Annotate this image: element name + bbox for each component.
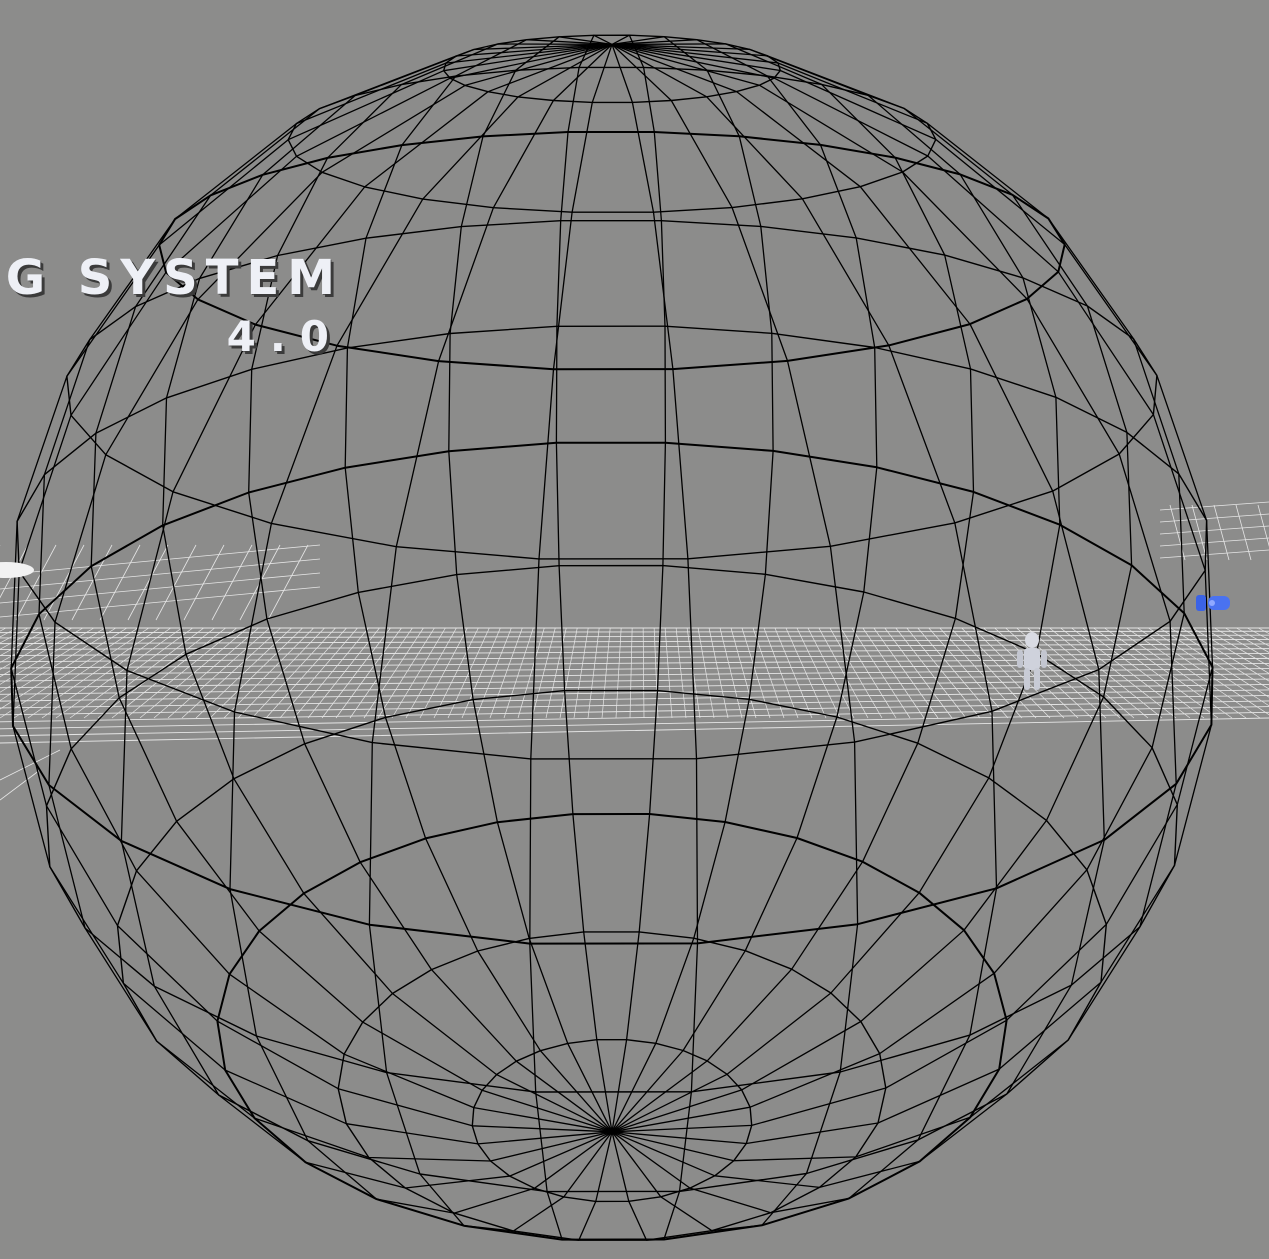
grid-line bbox=[0, 639, 1269, 645]
sphere-ring bbox=[116, 689, 1108, 1193]
grid-line bbox=[0, 572, 321, 604]
blue-actor-icon[interactable] bbox=[1196, 595, 1230, 611]
grid-line bbox=[1236, 627, 1269, 647]
grid-line bbox=[0, 634, 1269, 639]
title-line-1: NG SYSTEM bbox=[0, 250, 343, 306]
grid-line bbox=[862, 627, 925, 719]
title-line-2: 4.0 bbox=[226, 312, 343, 361]
grid-line bbox=[1159, 537, 1269, 547]
grid-line bbox=[1126, 627, 1261, 719]
sphere-meridian bbox=[611, 36, 774, 1133]
grid-line bbox=[293, 627, 369, 719]
grid-line bbox=[972, 627, 1065, 719]
grid-line bbox=[1247, 627, 1269, 641]
white-light-icon[interactable] bbox=[0, 562, 34, 578]
sphere-meridian bbox=[611, 43, 975, 1133]
sphere-meridian bbox=[555, 34, 613, 1132]
grid-line bbox=[237, 627, 325, 719]
sphere-meridian bbox=[344, 39, 613, 1133]
grid-line bbox=[0, 769, 41, 801]
grid-line bbox=[363, 627, 424, 719]
grid-line bbox=[1257, 504, 1269, 547]
grid-line bbox=[1225, 627, 1269, 653]
grid-line bbox=[0, 711, 1269, 737]
3d-viewport[interactable]: NG SYSTEM 4.0 bbox=[0, 0, 1269, 1259]
sphere-meridian bbox=[90, 43, 613, 1133]
grid-line bbox=[0, 717, 1269, 744]
grid-line bbox=[1181, 627, 1269, 682]
sphere-meridian bbox=[611, 43, 1177, 1162]
viewport-scene bbox=[0, 34, 1269, 1241]
sphere-meridian bbox=[248, 43, 613, 1133]
grid-line bbox=[377, 627, 435, 719]
sphere-meridian bbox=[611, 43, 859, 1232]
grid-line bbox=[0, 630, 1269, 634]
grid-line bbox=[0, 700, 1269, 723]
grid-line bbox=[950, 627, 1037, 719]
floor-grid bbox=[0, 627, 1269, 744]
grid-line bbox=[419, 627, 468, 719]
grid-line bbox=[1159, 549, 1269, 559]
sphere-meridian bbox=[611, 34, 667, 1132]
grid-line bbox=[1159, 513, 1269, 523]
sphere-meridian bbox=[611, 43, 1214, 1133]
sphere-meridian bbox=[611, 43, 1185, 1133]
grid-line bbox=[251, 627, 336, 719]
grid-line bbox=[433, 627, 479, 719]
grid-line bbox=[0, 627, 117, 701]
grid-line bbox=[884, 627, 953, 719]
grid-line bbox=[906, 627, 981, 719]
grid-line bbox=[447, 627, 490, 719]
grid-line bbox=[928, 627, 1009, 719]
grid-line bbox=[1213, 504, 1230, 561]
sphere-meridian bbox=[611, 43, 998, 1214]
grid-line bbox=[391, 627, 446, 719]
grid-line bbox=[1159, 627, 1269, 698]
sphere-meridian bbox=[162, 43, 613, 1133]
grid-line bbox=[0, 668, 1269, 682]
grid-line bbox=[0, 558, 321, 590]
sphere-ring bbox=[471, 1038, 753, 1203]
sphere-meridian bbox=[611, 43, 1133, 1133]
grid-line bbox=[265, 627, 347, 719]
sphere-ring bbox=[216, 813, 1008, 1241]
sphere-meridian bbox=[38, 43, 613, 1133]
